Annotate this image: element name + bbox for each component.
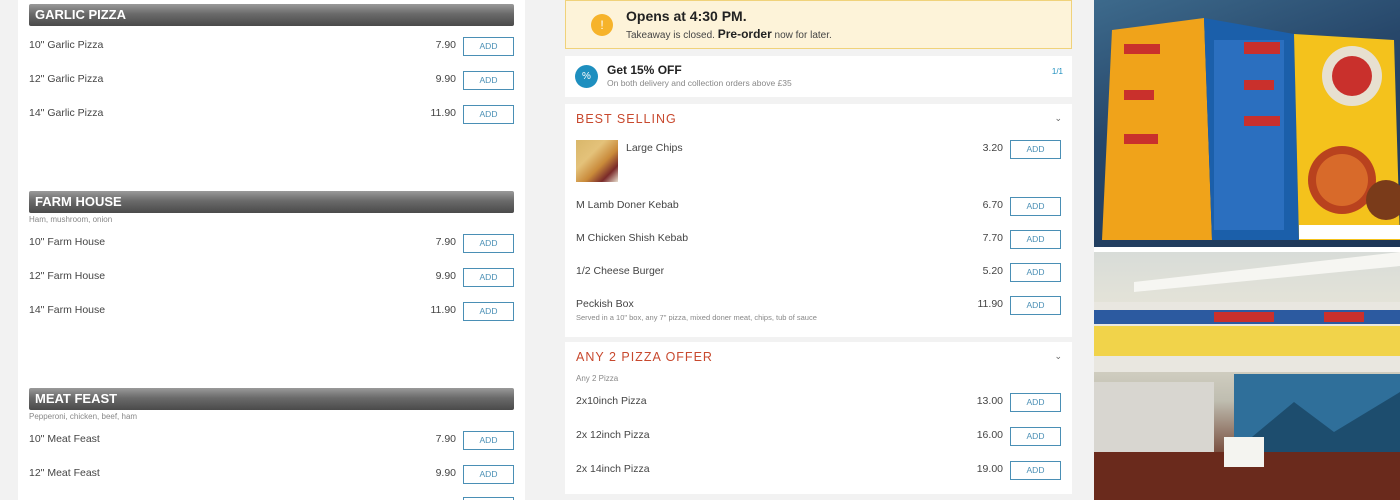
category-description: Ham, mushroom, onion (29, 215, 113, 224)
interior-illustration (1094, 252, 1400, 500)
closed-text: Takeaway is closed. (626, 30, 715, 41)
item-price: 9.90 (435, 270, 456, 282)
category-header-garlic-pizza: GARLIC PIZZA (29, 4, 514, 26)
item-name: 14" Farm House (29, 304, 106, 316)
menu-item: 12" Meat Feast 9.90 ADD (29, 465, 514, 485)
add-button[interactable]: ADD (463, 268, 514, 287)
item-price: 7.70 (982, 232, 1003, 244)
item-price: 19.00 (976, 463, 1003, 475)
item-name: 1/2 Cheese Burger (576, 265, 665, 277)
menu-item: 12" Farm House 9.90 ADD (29, 268, 514, 288)
menu-item: 14" Garlic Pizza 11.90 ADD (29, 105, 514, 125)
item-name: M Lamb Doner Kebab (576, 199, 679, 211)
menu-item: 14" Farm House 11.90 ADD (29, 302, 514, 322)
menu-item: 10" Farm House 7.90 ADD (29, 234, 514, 254)
item-name: Peckish Box (576, 298, 634, 310)
add-button[interactable]: ADD (463, 105, 514, 124)
menu-item: 10" Meat Feast 7.90 ADD (29, 431, 514, 451)
exclamation-icon: ! (591, 14, 613, 36)
percent-badge-icon: % (575, 65, 598, 88)
opening-time: Opens at 4:30 PM. (626, 8, 747, 24)
menu-left-column: GARLIC PIZZA 10" Garlic Pizza 7.90 ADD 1… (18, 0, 525, 500)
chevron-down-icon[interactable]: ⌄ (1054, 351, 1062, 362)
opening-notice: ! Opens at 4:30 PM. Takeaway is closed. … (565, 0, 1072, 49)
item-thumbnail (576, 140, 618, 182)
add-button[interactable]: ADD (1010, 230, 1061, 249)
later-text: now for later. (774, 30, 832, 41)
item-name: 2x10inch Pizza (576, 395, 647, 407)
add-button[interactable]: ADD (463, 37, 514, 56)
item-price: 11.90 (977, 298, 1004, 310)
item-price: 9.90 (435, 467, 456, 479)
offer-title: Get 15% OFF (607, 63, 682, 77)
section-title[interactable]: ANY 2 PIZZA OFFER (576, 350, 713, 364)
item-name: 10" Garlic Pizza (29, 39, 104, 51)
restaurant-photos (1094, 0, 1400, 500)
item-name: 12" Garlic Pizza (29, 73, 104, 85)
shop-interior-photo[interactable] (1094, 252, 1400, 500)
add-button[interactable]: ADD (1010, 393, 1061, 412)
item-name: 2x 14inch Pizza (576, 463, 650, 475)
item-price: 6.70 (982, 199, 1003, 211)
menu-item: 2x 12inch Pizza 16.00 ADD (576, 427, 1061, 447)
item-name: 10" Farm House (29, 236, 106, 248)
add-button[interactable]: ADD (1010, 296, 1061, 315)
menu-item: M Chicken Shish Kebab 7.70 ADD (576, 230, 1061, 250)
preorder-link[interactable]: Pre-order (718, 27, 772, 41)
menu-item: 10" Garlic Pizza 7.90 ADD (29, 37, 514, 57)
item-name: M Chicken Shish Kebab (576, 232, 689, 244)
add-button[interactable]: ADD (1010, 263, 1061, 282)
menu-item: 1/2 Cheese Burger 5.20 ADD (576, 263, 1061, 283)
category-header-meat-feast: MEAT FEAST (29, 388, 514, 410)
offer-pager[interactable]: 1/1 (1052, 67, 1063, 76)
section-title[interactable]: BEST SELLING (576, 112, 677, 126)
item-price: 7.90 (435, 433, 456, 445)
add-button[interactable]: ADD (1010, 427, 1061, 446)
item-price: 5.20 (982, 265, 1003, 277)
item-price: 7.90 (435, 39, 456, 51)
offer-description: On both delivery and collection orders a… (607, 78, 792, 88)
add-button[interactable]: ADD (463, 234, 514, 253)
menu-item: 2x10inch Pizza 13.00 ADD (576, 393, 1061, 413)
section-best-selling: BEST SELLING ⌄ Large Chips 3.20 ADD M La… (565, 104, 1072, 337)
category-header-farm-house: FARM HOUSE (29, 191, 514, 213)
item-name: 12" Meat Feast (29, 467, 100, 479)
item-price: 16.00 (976, 429, 1003, 441)
add-button[interactable]: ADD (463, 302, 514, 321)
menu-item: 2x 14inch Pizza 19.00 ADD (576, 461, 1061, 481)
flyer-illustration (1102, 18, 1400, 240)
menu-item: Peckish Box Served in a 10" box, any 7" … (576, 296, 1061, 328)
notice-text: Takeaway is closed. Pre-order now for la… (626, 27, 832, 41)
item-price: 7.90 (435, 236, 456, 248)
item-price: 11.90 (430, 304, 457, 316)
item-name: 2x 12inch Pizza (576, 429, 650, 441)
add-button[interactable]: ADD (463, 465, 514, 484)
chevron-down-icon[interactable]: ⌄ (1054, 113, 1062, 124)
menu-middle-column: ! Opens at 4:30 PM. Takeaway is closed. … (546, 0, 1091, 500)
section-any-2-pizza-offer: ANY 2 PIZZA OFFER ⌄ Any 2 Pizza 2x10inch… (565, 342, 1072, 494)
discount-offer: % Get 15% OFF On both delivery and colle… (565, 56, 1072, 97)
section-description: Any 2 Pizza (576, 374, 619, 383)
add-button[interactable]: ADD (463, 71, 514, 90)
item-price: 11.90 (430, 107, 457, 119)
item-name: 12" Farm House (29, 270, 106, 282)
add-button[interactable]: ADD (1010, 197, 1061, 216)
add-button[interactable]: ADD (463, 431, 514, 450)
item-name: 10" Meat Feast (29, 433, 100, 445)
menu-item: 12" Garlic Pizza 9.90 ADD (29, 71, 514, 91)
add-button[interactable]: ADD (1010, 461, 1061, 480)
category-description: Pepperoni, chicken, beef, ham (29, 412, 138, 421)
menu-item: Large Chips 3.20 ADD (576, 140, 1061, 184)
item-name: 14" Garlic Pizza (29, 107, 104, 119)
menu-flyer-photo[interactable] (1094, 0, 1400, 247)
item-price: 9.90 (435, 73, 456, 85)
item-price: 3.20 (982, 142, 1003, 154)
item-price: 13.00 (976, 395, 1003, 407)
item-description: Served in a 10" box, any 7" pizza, mixed… (576, 313, 817, 322)
menu-item: M Lamb Doner Kebab 6.70 ADD (576, 197, 1061, 217)
item-name: Large Chips (626, 142, 683, 154)
add-button[interactable]: ADD (1010, 140, 1061, 159)
